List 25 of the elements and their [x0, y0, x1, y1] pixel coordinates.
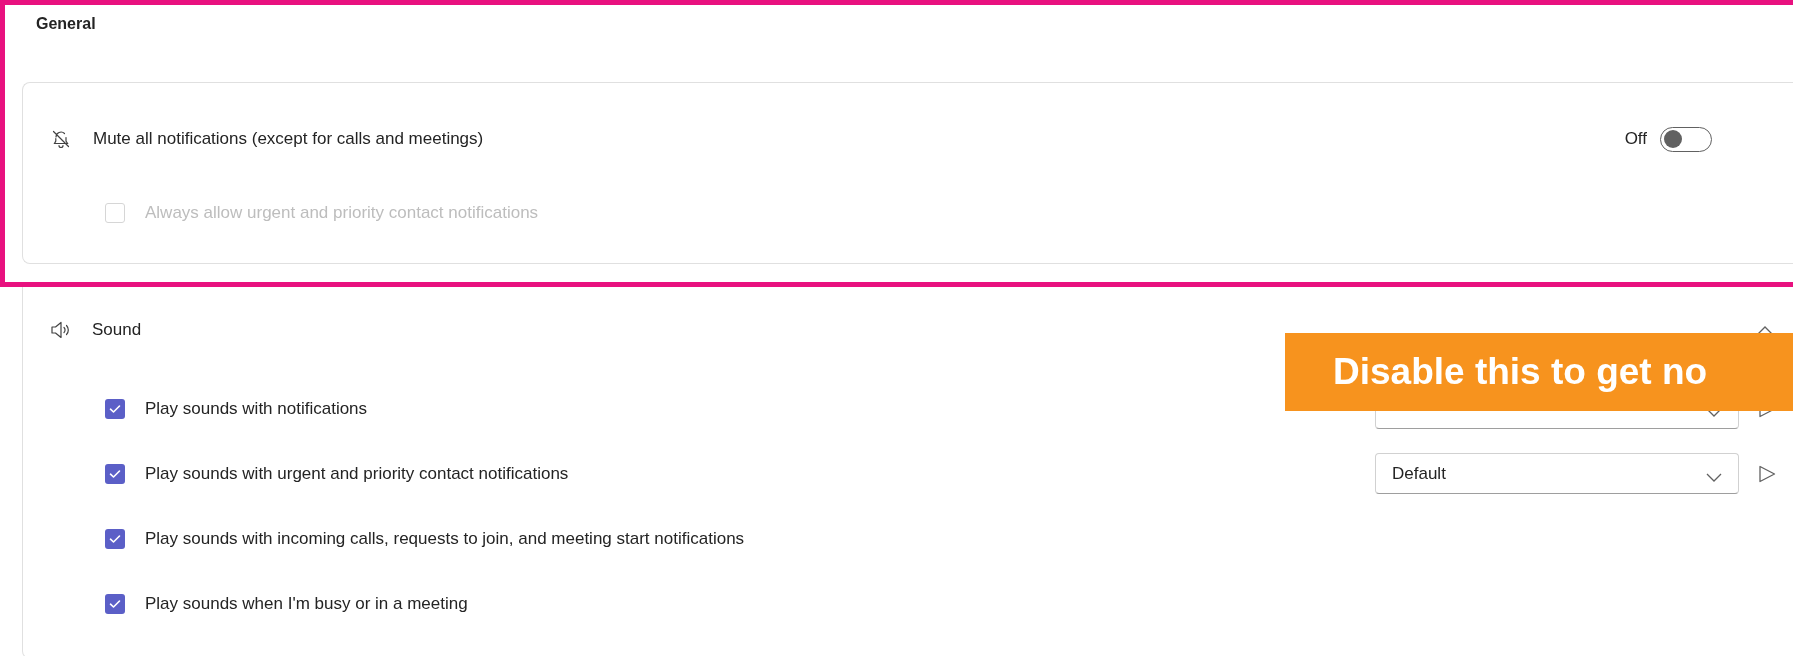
checkmark-icon [109, 533, 121, 544]
chevron-down-icon [1706, 473, 1722, 482]
play-icon[interactable] [1757, 463, 1777, 484]
checkbox-label: Play sounds with incoming calls, requests to join, and meeting start notifications [145, 528, 745, 549]
setting-label: Mute all notifications (except for calls and meetings) [93, 129, 484, 149]
section-title: Sound [92, 320, 142, 340]
checkbox-label: Play sounds when I'm busy or in a meeting [145, 593, 468, 614]
checkbox[interactable] [105, 593, 125, 614]
checkmark-icon [109, 598, 121, 609]
toggle-switch[interactable] [1660, 126, 1712, 152]
checkbox-label: Play sounds with urgent and priority contact notifications [145, 463, 569, 484]
section-title: General [35, 14, 96, 34]
checkbox[interactable] [105, 463, 125, 484]
toggle-state-label: Off [1624, 129, 1647, 149]
dropdown[interactable]: Default [1375, 453, 1739, 494]
checkbox[interactable] [105, 528, 125, 549]
chevron-up-icon[interactable] [1757, 324, 1773, 336]
checkbox[interactable] [105, 398, 125, 419]
checkbox-label: Always allow urgent and priority contact notifications [145, 203, 539, 223]
checkmark-icon [109, 468, 121, 479]
callout-tooltip: Disable this to get no [1285, 333, 1793, 411]
bell-slash-icon [51, 129, 71, 149]
checkmark-icon [109, 403, 121, 414]
speaker-icon [49, 319, 71, 341]
checkbox-label: Play sounds with notifications [145, 398, 368, 419]
